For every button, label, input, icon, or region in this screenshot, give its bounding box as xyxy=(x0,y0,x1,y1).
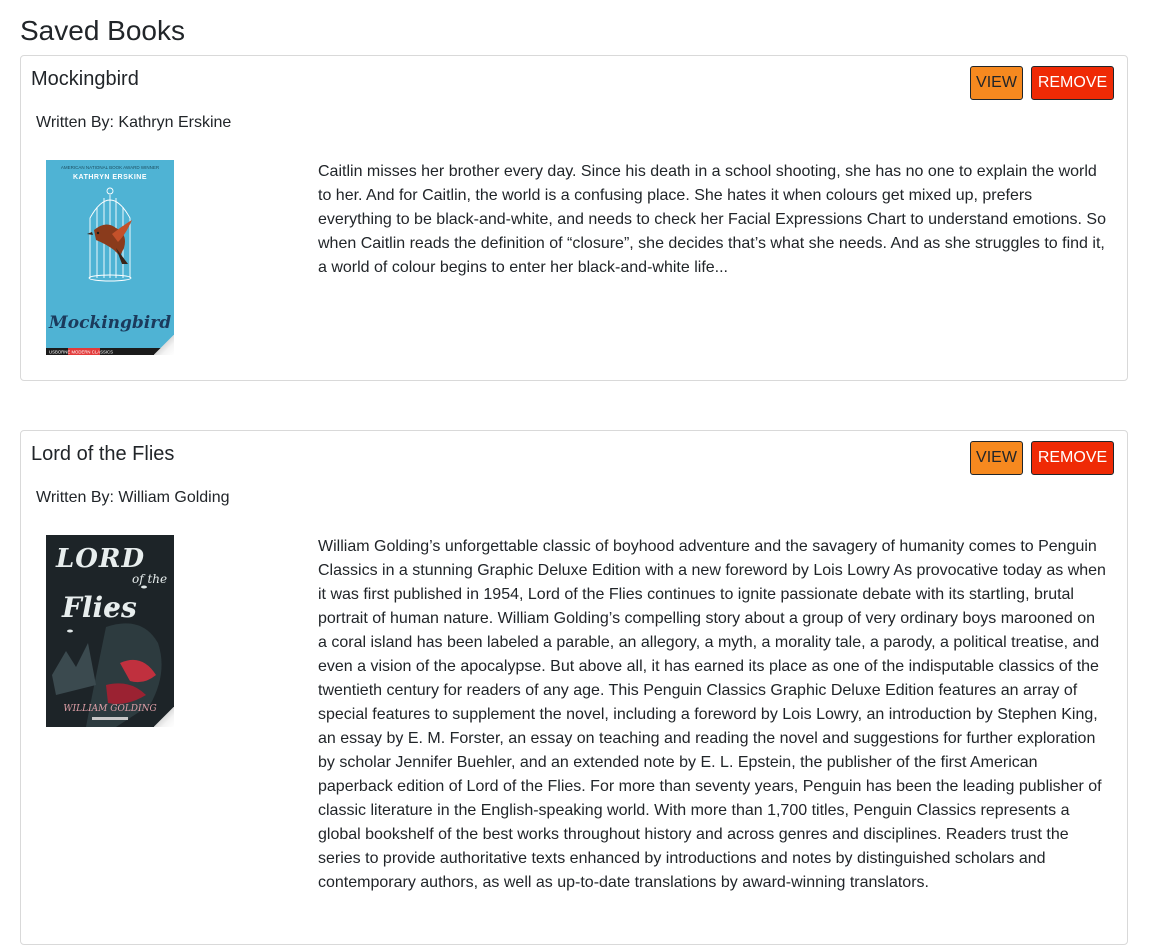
remove-button[interactable]: REMOVE xyxy=(1031,66,1114,100)
cover-award-text: AMERICAN NATIONAL BOOK AWARD WINNER xyxy=(61,165,160,170)
mockingbird-cover-art: AMERICAN NATIONAL BOOK AWARD WINNER KATH… xyxy=(46,160,174,355)
page-curl xyxy=(154,335,174,355)
view-button[interactable]: VIEW xyxy=(970,66,1023,100)
svg-text:of the: of the xyxy=(132,572,167,586)
book-description: Caitlin misses her brother every day. Si… xyxy=(318,163,1106,276)
remove-button[interactable]: REMOVE xyxy=(1031,441,1114,475)
book-card-mockingbird: Mockingbird VIEW REMOVE Written By: Kath… xyxy=(20,55,1128,381)
view-button[interactable]: VIEW xyxy=(970,441,1023,475)
cover-author-text: KATHRYN ERSKINE xyxy=(73,174,147,181)
lord-of-the-flies-cover-art: LORD of the Flies WILLIAM GOLDING xyxy=(46,535,174,727)
cover-publisher-text: USBORNE MODERN CLASSICS xyxy=(49,350,113,355)
book-description: William Golding’s unforgettable classic … xyxy=(318,538,1106,891)
book-cover-image[interactable]: AMERICAN NATIONAL BOOK AWARD WINNER KATH… xyxy=(46,160,174,355)
book-card-lord-of-the-flies: Lord of the Flies VIEW REMOVE Written By… xyxy=(20,430,1128,945)
svg-text:LORD: LORD xyxy=(55,544,145,574)
book-author: Written By: Kathryn Erskine xyxy=(36,114,232,131)
page-curl xyxy=(154,707,174,727)
book-title: Mockingbird xyxy=(31,68,139,90)
cover-title-text: Mockingbird xyxy=(48,313,171,333)
book-title: Lord of the Flies xyxy=(31,443,175,465)
book-cover-image[interactable]: LORD of the Flies WILLIAM GOLDING xyxy=(46,535,174,727)
svg-text:Flies: Flies xyxy=(61,591,137,624)
book-author: Written By: William Golding xyxy=(36,489,230,506)
cover-author-text: WILLIAM GOLDING xyxy=(63,704,156,714)
page-title: Saved Books xyxy=(20,15,185,46)
